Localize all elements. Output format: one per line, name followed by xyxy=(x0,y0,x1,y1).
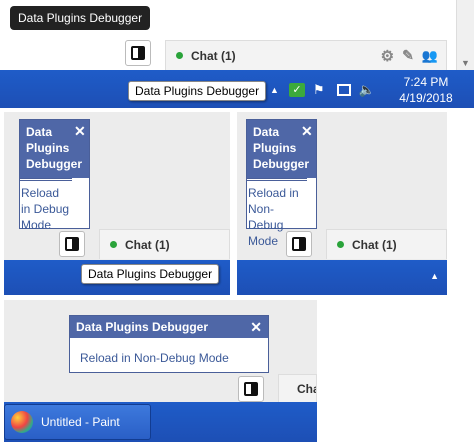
paint-icon xyxy=(11,411,33,433)
tray-arrow-icon[interactable]: ▲ xyxy=(430,271,439,281)
tray-arrow-icon[interactable]: ▲ xyxy=(270,85,279,95)
chat-bar[interactable]: Chat (1) xyxy=(326,229,447,259)
popup-title: Data Plugins Debugger xyxy=(76,320,209,334)
chat-bar[interactable]: Chat (1) xyxy=(99,229,230,259)
taskbar-3: ▲ xyxy=(237,260,447,295)
plugin-debugger-button[interactable] xyxy=(59,231,85,257)
close-icon[interactable]: ✕ xyxy=(301,124,313,138)
debugger-popup: Data Plugins Debugger ✕ Reload in Non-De… xyxy=(246,119,317,248)
reload-non-debug-mode-item[interactable]: Reload in Non-Debug Mode xyxy=(70,338,268,378)
volume-icon[interactable]: 🔈 xyxy=(359,83,375,97)
popup-header: Data Plugins Debugger ✕ xyxy=(247,120,316,178)
tooltip-taskbar-text: Data Plugins Debugger xyxy=(135,84,260,98)
online-status-dot xyxy=(176,52,183,59)
debugger-popup: Data Plugins Debugger ✕ Reload in Non-De… xyxy=(69,315,269,373)
tooltip-top-text: Data Plugins Debugger xyxy=(18,11,143,25)
chat-label: Chat (1) xyxy=(191,48,236,63)
chat-label: Chat (1) xyxy=(352,237,397,252)
system-tray: ▲ ✓ ⚑ 🔈 xyxy=(270,78,379,102)
chat-label: Chat (1) xyxy=(125,237,170,252)
reload-debug-mode-item[interactable]: Reload in Debug Mode xyxy=(20,178,72,237)
compose-icon[interactable]: ✎ xyxy=(402,47,414,64)
tooltip-top: Data Plugins Debugger xyxy=(10,6,151,30)
plugin-debugger-button[interactable] xyxy=(286,231,312,257)
panel-4: Data Plugins Debugger ✕ Reload in Non-De… xyxy=(4,300,317,442)
panel-2: Data Plugins Debugger ✕ Reload in Debug … xyxy=(4,112,230,295)
tooltip-text: Data Plugins Debugger xyxy=(88,267,213,281)
plugin-debugger-button[interactable] xyxy=(238,376,264,402)
chat-bar[interactable]: Chat (1) xyxy=(278,374,317,402)
panel-3: Data Plugins Debugger ✕ Reload in Non-De… xyxy=(237,112,447,295)
clock-time: 7:24 PM xyxy=(403,75,449,89)
clock[interactable]: 7:24 PM 4/19/2018 xyxy=(393,74,459,106)
flag-icon[interactable]: ⚑ xyxy=(313,83,329,97)
plugin-debugger-icon xyxy=(292,237,306,251)
security-check-icon[interactable]: ✓ xyxy=(288,83,305,97)
popup-header: Data Plugins Debugger ✕ xyxy=(70,316,268,338)
tooltip-taskbar: Data Plugins Debugger xyxy=(128,81,267,101)
online-status-dot xyxy=(337,241,344,248)
plugin-debugger-icon xyxy=(65,237,79,251)
chat-label: Chat (1) xyxy=(297,381,316,396)
popup-header: Data Plugins Debugger ✕ xyxy=(20,120,89,178)
scrollbar[interactable]: ▼ xyxy=(456,0,474,70)
network-icon[interactable] xyxy=(336,84,351,96)
popup-title: Data Plugins Debugger xyxy=(253,125,310,171)
chat-bar[interactable]: Chat (1) ⚙ ✎ 👥 xyxy=(165,40,447,70)
close-icon[interactable]: ✕ xyxy=(74,124,86,138)
taskbar-app-paint[interactable]: Untitled - Paint xyxy=(4,404,151,440)
popup-title: Data Plugins Debugger xyxy=(26,125,83,171)
panel-1: Data Plugins Debugger Chat (1) ⚙ ✎ 👥 ▼ D… xyxy=(0,0,474,108)
plugin-debugger-button[interactable] xyxy=(125,40,151,66)
online-status-dot xyxy=(110,241,117,248)
debugger-popup: Data Plugins Debugger ✕ Reload in Debug … xyxy=(19,119,90,232)
clock-date: 4/19/2018 xyxy=(399,91,453,105)
scroll-down-icon[interactable]: ▼ xyxy=(461,58,470,68)
plugin-debugger-icon xyxy=(244,382,258,396)
plugin-debugger-icon xyxy=(131,46,145,60)
taskbar-app-label: Untitled - Paint xyxy=(41,415,120,429)
friends-icon[interactable]: 👥 xyxy=(422,48,438,64)
tooltip-taskbar: Data Plugins Debugger xyxy=(81,264,220,284)
gear-icon[interactable]: ⚙ xyxy=(381,47,394,65)
close-icon[interactable]: ✕ xyxy=(250,320,262,334)
